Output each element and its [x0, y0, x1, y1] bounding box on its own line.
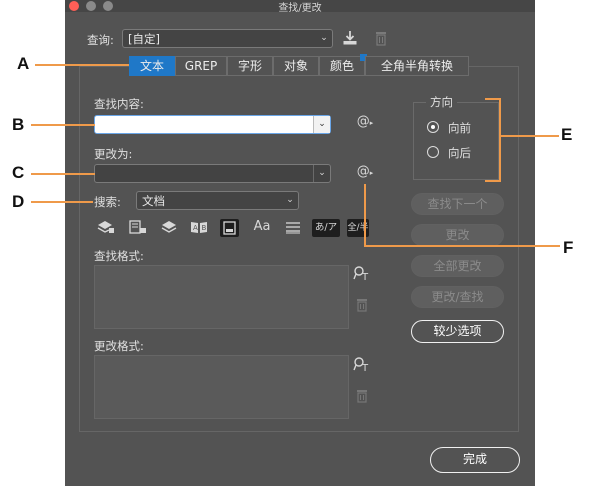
svg-text:T: T	[361, 272, 369, 281]
done-button[interactable]: 完成	[430, 447, 520, 473]
specify-find-format-icon[interactable]: T	[353, 265, 371, 283]
query-label: 查询:	[87, 33, 114, 47]
callout-e-bracket-bottom	[485, 180, 501, 182]
include-hidden-layers-icon[interactable]	[160, 220, 178, 236]
tab-grep[interactable]: GREP	[175, 56, 227, 76]
chevron-down-icon[interactable]: ⌄	[313, 165, 330, 182]
search-label: 搜索:	[94, 195, 121, 209]
change-find-button[interactable]: 更改/查找	[411, 286, 504, 308]
direction-backward-label: 向后	[448, 146, 471, 160]
save-query-icon[interactable]	[342, 30, 358, 48]
callout-f: F	[563, 238, 574, 257]
tab-object[interactable]: 对象	[273, 56, 319, 76]
include-master-pages-icon[interactable]: AB	[190, 220, 208, 236]
chevron-down-icon[interactable]: ⌄	[313, 116, 330, 133]
title-bar: 查找/更改	[65, 0, 535, 14]
tab-width-conversion[interactable]: 全角半角转换	[365, 56, 469, 76]
callout-e: E	[561, 125, 573, 144]
special-characters-icon[interactable]: @▸	[355, 164, 375, 182]
callout-f-line	[364, 245, 560, 247]
delete-query-icon	[374, 30, 388, 48]
clear-change-format-icon	[355, 389, 369, 405]
find-what-input[interactable]: ⌄	[94, 115, 331, 134]
change-format-label: 更改格式:	[94, 339, 144, 353]
callout-e-line	[500, 135, 559, 137]
find-next-button[interactable]: 查找下一个	[411, 193, 504, 215]
callout-c-line	[31, 173, 95, 175]
tab-text[interactable]: 文本	[129, 56, 175, 76]
specify-change-format-icon[interactable]: T	[353, 356, 371, 374]
chevron-down-icon: ⌄	[320, 33, 328, 43]
find-what-label: 查找内容:	[94, 97, 144, 111]
special-characters-icon[interactable]: @▸	[355, 114, 375, 132]
direction-backward-radio[interactable]	[427, 146, 439, 158]
change-to-label: 更改为:	[94, 147, 133, 161]
query-dropdown[interactable]: [自定] ⌄	[122, 29, 333, 48]
find-format-label: 查找格式:	[94, 249, 144, 263]
include-locked-stories-icon[interactable]	[129, 220, 147, 236]
callout-b: B	[12, 115, 25, 134]
find-change-dialog: 查找/更改 查询: [自定] ⌄ 文本 GREP 字形 对象 颜色 全角半角转换…	[65, 0, 535, 486]
change-to-input[interactable]: ⌄	[94, 164, 331, 183]
fewer-options-button[interactable]: 较少选项	[411, 320, 504, 343]
change-button[interactable]: 更改	[411, 224, 504, 246]
callout-d-line	[31, 201, 93, 203]
case-sensitive-icon[interactable]: Aa	[251, 219, 273, 237]
callout-a: A	[17, 54, 30, 73]
search-scope-value: 文档	[142, 194, 165, 208]
callout-d: D	[12, 192, 25, 211]
callout-e-bracket-side	[499, 98, 501, 182]
include-footnotes-icon[interactable]	[220, 219, 239, 237]
callout-f-vertical-line	[364, 184, 366, 247]
direction-label: 方向	[426, 94, 457, 110]
clear-find-format-icon	[355, 298, 369, 314]
direction-forward-label: 向前	[448, 121, 471, 135]
chevron-down-icon: ⌄	[286, 195, 294, 205]
change-format-box[interactable]	[94, 355, 349, 419]
svg-text:T: T	[361, 363, 369, 372]
kana-sensitive-icon[interactable]: あ/ア	[312, 219, 340, 237]
query-value: [自定]	[128, 32, 160, 46]
callout-b-line	[31, 124, 95, 126]
callout-a-line	[35, 64, 129, 66]
change-all-button[interactable]: 全部更改	[411, 255, 504, 277]
find-format-box[interactable]	[94, 265, 349, 329]
search-scope-dropdown[interactable]: 文档 ⌄	[136, 191, 299, 210]
svg-text:B: B	[202, 224, 207, 232]
include-locked-layers-icon[interactable]	[97, 220, 115, 236]
callout-c: C	[12, 163, 25, 182]
whole-word-icon[interactable]	[284, 220, 302, 236]
direction-group	[413, 102, 499, 180]
direction-forward-radio[interactable]	[427, 121, 439, 133]
svg-text:A: A	[193, 224, 198, 232]
window-title: 查找/更改	[278, 3, 322, 14]
tab-glyph[interactable]: 字形	[227, 56, 273, 76]
tab-color[interactable]: 颜色	[319, 56, 365, 76]
